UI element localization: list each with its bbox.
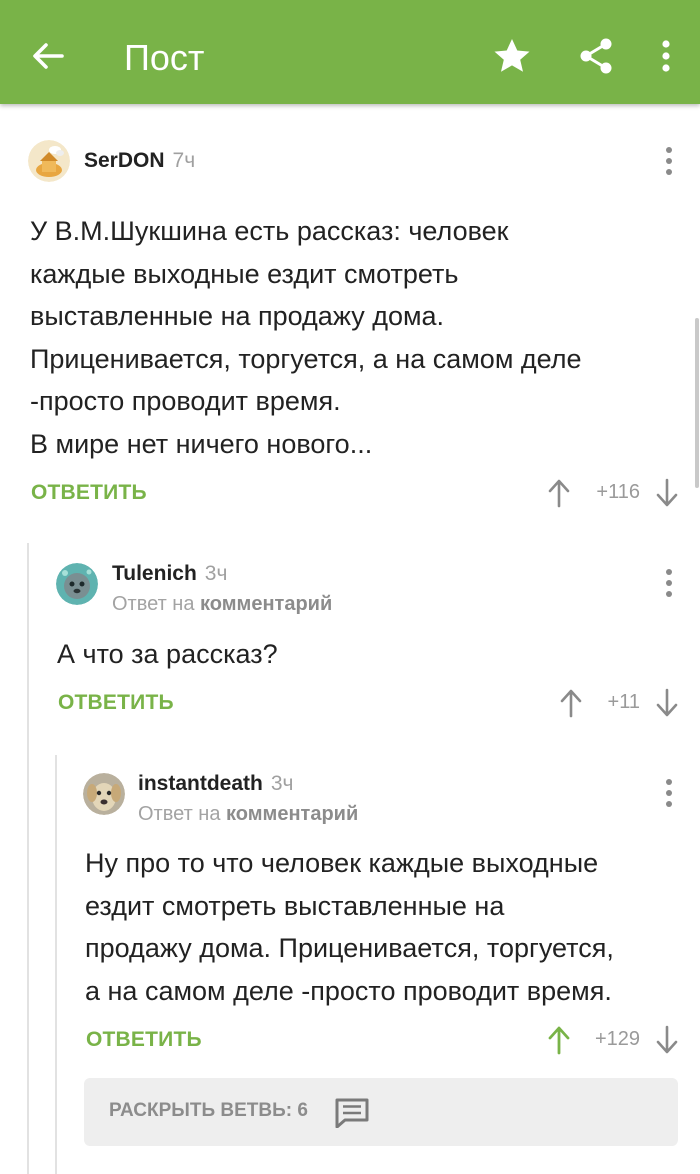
text-line: А что за рассказ? [57, 639, 278, 669]
text-line: Прицениваетcя, торгуется, а на самом дел… [30, 343, 582, 374]
comment-menu-icon[interactable] [659, 566, 679, 600]
reply-button[interactable]: ОТВЕТИТЬ [58, 690, 174, 716]
downvote-icon[interactable] [654, 478, 680, 508]
comment-time: 3ч [270, 772, 294, 795]
text-line: Ну про то что человек каждые выходные [85, 848, 599, 878]
text-line: каждые выходные ездит смотреть [30, 258, 459, 289]
text-line: В мире нет ничего нового... [30, 428, 373, 459]
comment-author[interactable]: instantdeath 3ч [138, 771, 293, 797]
author-name[interactable]: SerDON [84, 149, 165, 172]
thread-line [55, 755, 57, 1174]
scrollbar[interactable] [695, 318, 699, 488]
avatar[interactable] [28, 140, 70, 182]
author-name[interactable]: Tulenich [112, 562, 197, 585]
avatar[interactable] [83, 773, 125, 815]
page-title: Пост [124, 37, 205, 78]
reply-to: Ответ на комментарий [138, 802, 358, 826]
upvote-icon[interactable] [546, 478, 572, 508]
comment-menu-icon[interactable] [659, 144, 679, 178]
thread-line [27, 543, 29, 1174]
vote-score: +129 [594, 1028, 640, 1050]
text-line: а на самом деле -просто проводит время. [85, 975, 612, 1006]
vote-controls: +129 [546, 1025, 680, 1055]
text-line: У В.М.Шукшина есть рассказ: человек [30, 216, 509, 246]
reply-to-prefix: Ответ на [138, 803, 221, 825]
reply-to: Ответ на комментарий [112, 592, 332, 616]
share-icon[interactable] [576, 36, 616, 76]
avatar[interactable] [56, 563, 98, 605]
comment-author[interactable]: Tulenich 3ч [112, 561, 227, 587]
comment-time: 3ч [204, 562, 228, 585]
text-line: продажу дома. Прицениваетcя, торгуется, [85, 933, 614, 963]
reply-to-prefix: Ответ на [112, 593, 195, 615]
comment-text: У В.М.Шукшина есть рассказ: человек кажд… [30, 210, 690, 465]
arrow-left-icon[interactable] [28, 36, 68, 76]
author-name[interactable]: instantdeath [138, 772, 263, 795]
text-line: ездит смотреть выставленные на [85, 890, 505, 921]
star-icon[interactable] [492, 36, 532, 76]
vote-controls: +11 [558, 688, 680, 718]
comment-menu-icon[interactable] [659, 776, 679, 810]
reply-to-link[interactable]: комментарий [200, 593, 332, 615]
comment-icon [335, 1098, 369, 1128]
reply-button[interactable]: ОТВЕТИТЬ [86, 1027, 202, 1053]
reply-button[interactable]: ОТВЕТИТЬ [31, 480, 147, 506]
expand-branch-button[interactable]: РАСКРЫТЬ ВЕТВЬ: 6 [84, 1078, 678, 1146]
vote-score: +11 [607, 691, 640, 713]
comment-author[interactable]: SerDON 7ч [84, 148, 195, 174]
downvote-icon[interactable] [654, 1025, 680, 1055]
downvote-icon[interactable] [654, 688, 680, 718]
comment-text: А что за рассказ? [57, 633, 677, 676]
reply-to-link[interactable]: комментарий [226, 803, 358, 825]
upvote-icon[interactable] [558, 688, 584, 718]
text-line: -просто проводит время. [30, 386, 341, 416]
more-vertical-icon[interactable] [652, 36, 680, 76]
vote-score: +116 [596, 481, 640, 503]
upvote-icon[interactable] [546, 1025, 572, 1055]
expand-branch-label: РАСКРЫТЬ ВЕТВЬ: 6 [109, 1100, 308, 1121]
comment-time: 7ч [172, 149, 196, 172]
comment-text: Ну про то что человек каждые выходные ез… [85, 842, 695, 1012]
text-line: выставленные на продажу дома. [30, 301, 445, 331]
vote-controls: +116 [546, 478, 680, 508]
app-bar: Пост [0, 0, 700, 104]
